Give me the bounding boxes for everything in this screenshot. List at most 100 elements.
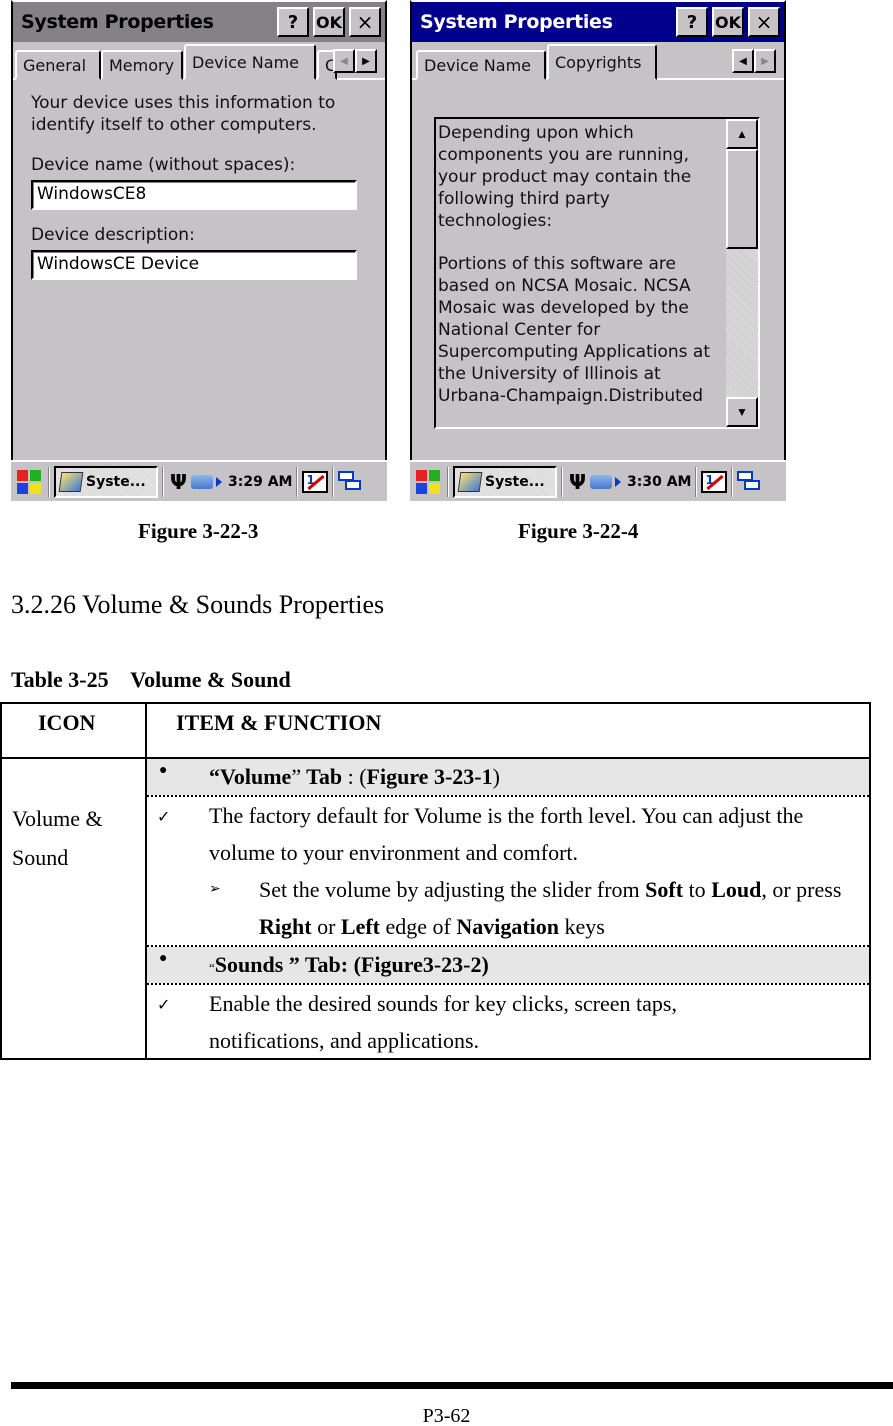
scroll-up-icon[interactable]: ▲ <box>726 119 758 149</box>
quote-close: ” <box>291 764 302 789</box>
text: or <box>311 914 341 939</box>
volume-tab-heading: “Volume” Tab : (Figure 3-23-1) <box>209 759 859 795</box>
volume-sound-table: ICON ITEM & FUNCTION Volume & Sound ● “V… <box>0 702 871 1060</box>
table-caption: Table 3-25 Volume & Sound <box>11 667 291 692</box>
antenna-icon[interactable]: Ψ <box>569 470 586 494</box>
network-icon[interactable] <box>191 474 213 489</box>
taskbar-task-system-properties[interactable]: Syste... <box>54 465 158 498</box>
device-name-input[interactable]: WindowsCE8 <box>31 180 357 210</box>
antenna-icon[interactable]: Ψ <box>170 470 187 494</box>
window-title: System Properties <box>21 11 214 33</box>
task-label: Syste... <box>86 473 146 490</box>
screenshot-device-name: System Properties ? OK × General Memory … <box>11 0 387 501</box>
tab-device-name[interactable]: Device Name <box>416 50 546 80</box>
soft-word: Soft <box>645 877 684 902</box>
device-description-label: Device description: <box>31 225 195 245</box>
sounds-description-row: ✓ Enable the desired sounds for key clic… <box>147 985 869 1059</box>
text: to <box>683 877 712 902</box>
tab-scroll-left-icon[interactable]: ◀ <box>732 49 754 73</box>
control-panel-icon <box>58 471 84 492</box>
vertical-scrollbar[interactable]: ▲ ▼ <box>726 119 758 427</box>
close-button[interactable]: × <box>748 7 780 37</box>
volume-description: The factory default for Volume is the fo… <box>209 803 804 865</box>
loud-word: Loud <box>711 877 762 902</box>
switch-windows-icon[interactable] <box>338 470 362 493</box>
close-button[interactable]: × <box>349 7 381 37</box>
text: , or press <box>761 877 842 902</box>
volume-description-row: ✓ The factory default for Volume is the … <box>147 797 869 945</box>
tab-scroll-right-icon[interactable]: ▶ <box>355 49 377 73</box>
taskbar: Syste... Ψ 3:29 AM 1 <box>11 460 387 501</box>
tab-scroll-right-icon[interactable]: ▶ <box>754 49 776 73</box>
copyright-textbox[interactable]: Depending upon which components you are … <box>434 117 760 429</box>
clock[interactable]: 3:30 AM <box>627 474 691 490</box>
help-button[interactable]: ? <box>676 7 708 37</box>
copyright-text: Depending upon which components you are … <box>438 123 710 406</box>
scroll-thumb[interactable] <box>726 149 758 249</box>
volume-slider-instruction: Set the volume by adjusting the slider f… <box>259 871 859 945</box>
volume-tab-row: ● “Volume” Tab : (Figure 3-23-1) <box>147 759 869 795</box>
header-item-function: ITEM & FUNCTION <box>176 710 382 735</box>
device-description-input[interactable]: WindowsCE Device <box>31 250 357 280</box>
text: Set the volume by adjusting the slider f… <box>259 877 646 902</box>
footer-rule <box>11 1382 893 1389</box>
task-label: Syste... <box>485 473 545 490</box>
expand-tray-icon[interactable] <box>615 476 621 487</box>
taskbar-task-system-properties[interactable]: Syste... <box>453 465 557 498</box>
taskbar-separator <box>447 466 449 497</box>
taskbar-separator <box>561 466 563 497</box>
figure-caption-3-22-4: Figure 3-22-4 <box>518 519 639 543</box>
taskbar-separator <box>296 466 299 497</box>
sounds-tab-label: Sounds ” Tab: (Figure3-23-2) <box>214 952 489 977</box>
arrow-bullet-icon: ➢ <box>209 882 221 897</box>
clock[interactable]: 3:29 AM <box>228 474 292 490</box>
quote-open: “ <box>209 764 220 789</box>
input-panel-icon[interactable]: 1 <box>302 470 329 493</box>
sounds-tab-heading: “Sounds ” Tab: (Figure3-23-2) <box>209 947 859 986</box>
tab-scroll: ◀ ▶ <box>333 49 377 73</box>
switch-windows-icon[interactable] <box>737 470 761 493</box>
bullet-icon: ● <box>159 763 168 778</box>
screenshot-copyrights: System Properties ? OK × Device Name Cop… <box>410 0 786 501</box>
tab-scroll-left-icon[interactable]: ◀ <box>333 49 355 73</box>
section-heading: 3.2.26 Volume & Sounds Properties <box>11 590 385 619</box>
taskbar-separator <box>332 466 335 497</box>
text: keys <box>559 914 605 939</box>
start-button-windows-logo-icon[interactable] <box>14 467 44 497</box>
check-icon: ✓ <box>157 997 171 1014</box>
tab-scroll: ◀ ▶ <box>732 49 776 73</box>
device-name-label: Device name (without spaces): <box>31 155 296 175</box>
device-name-panel: Your device uses this information to ide… <box>31 92 367 280</box>
system-properties-window: System Properties ? OK × General Memory … <box>11 0 387 460</box>
tab-memory[interactable]: Memory <box>101 50 183 80</box>
figure-ref: Figure 3-23-1 <box>366 764 493 789</box>
taskbar-separator <box>695 466 698 497</box>
system-tray: Ψ 3:30 AM <box>567 470 691 494</box>
title-bar: System Properties ? OK × <box>412 2 784 42</box>
right-word: Right <box>259 914 312 939</box>
ok-button[interactable]: OK <box>313 7 345 37</box>
expand-tray-icon[interactable] <box>216 476 222 487</box>
system-tray: Ψ 3:29 AM <box>168 470 292 494</box>
start-button-windows-logo-icon[interactable] <box>413 467 443 497</box>
help-button[interactable]: ? <box>277 7 309 37</box>
scroll-down-icon[interactable]: ▼ <box>726 397 758 427</box>
taskbar-separator <box>731 466 734 497</box>
taskbar: Syste... Ψ 3:30 AM 1 <box>410 460 786 501</box>
title-bar: System Properties ? OK × <box>13 2 385 42</box>
navigation-word: Navigation <box>456 914 560 939</box>
window-title: System Properties <box>420 11 613 33</box>
tab-device-name[interactable]: Device Name <box>184 44 316 80</box>
icon-cell-label: Volume & Sound <box>12 799 103 877</box>
taskbar-separator <box>48 466 50 497</box>
tab-general[interactable]: General <box>15 50 101 80</box>
page-number: P3-62 <box>422 1405 471 1426</box>
figure-caption-3-22-3: Figure 3-22-3 <box>138 519 259 543</box>
tab-word: Tab <box>301 764 343 789</box>
input-panel-icon[interactable]: 1 <box>701 470 728 493</box>
ok-button[interactable]: OK <box>712 7 744 37</box>
tab-copyrights[interactable]: Copyrights <box>547 44 657 80</box>
intro-text: Your device uses this information to ide… <box>31 93 336 135</box>
network-icon[interactable] <box>590 474 612 489</box>
check-icon: ✓ <box>157 809 171 826</box>
